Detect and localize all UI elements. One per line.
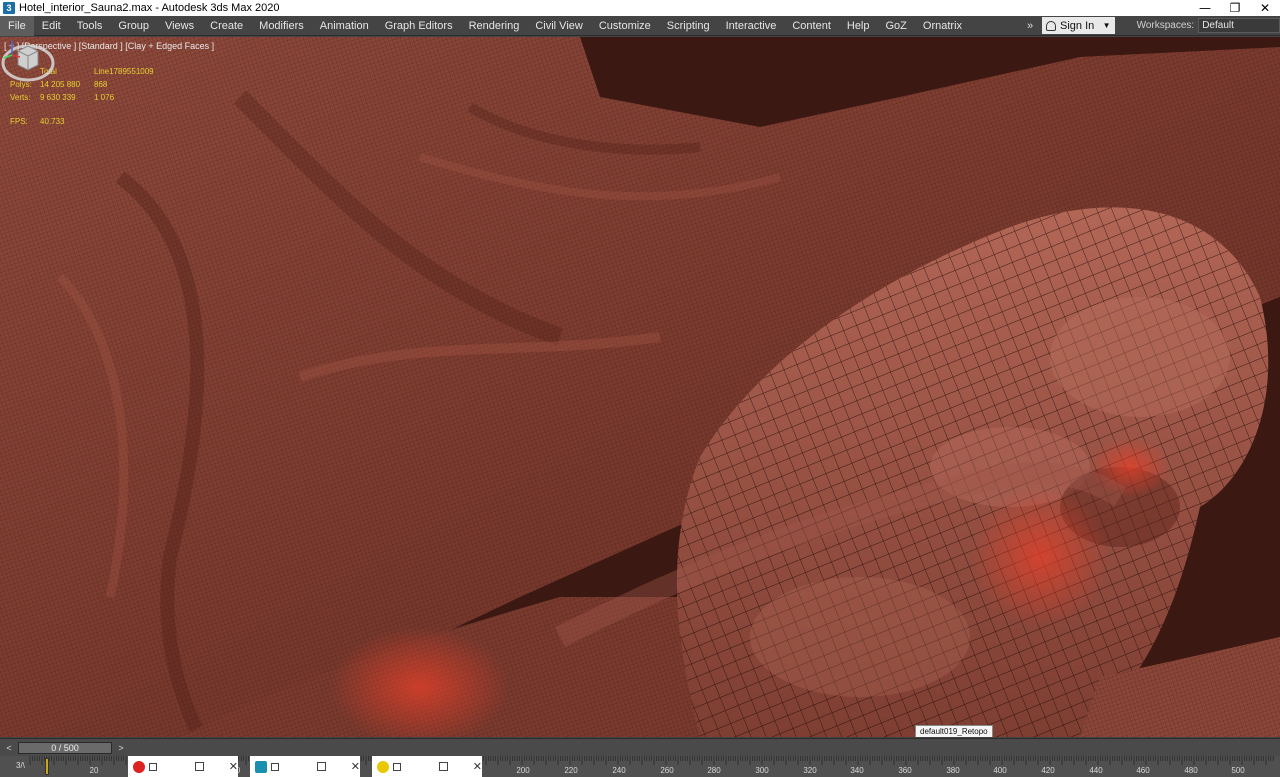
- tick-label: 240: [612, 766, 626, 775]
- restore-button[interactable]: ❐: [1220, 0, 1250, 16]
- stats-header-selection: Line1789551009: [94, 67, 154, 76]
- stats-fps-value: 40.733: [40, 117, 65, 126]
- maximize-icon[interactable]: [316, 762, 326, 771]
- time-slider-thumb[interactable]: 0 / 500: [18, 742, 112, 754]
- stats-verts-row: Verts: 9 630 339 1 076: [10, 91, 154, 104]
- cloth-mesh-render: [0, 37, 1280, 737]
- menu-goz[interactable]: GoZ: [878, 16, 915, 36]
- 3dsmax-icon: [255, 760, 267, 773]
- stats-fps-row: FPS: 40.733: [10, 115, 154, 128]
- tick-label: 320: [803, 766, 817, 775]
- stats-verts-selection: 1 076: [94, 93, 115, 102]
- workspaces-label: Workspaces:: [1136, 20, 1195, 31]
- menu-animation[interactable]: Animation: [312, 16, 377, 36]
- menu-help[interactable]: Help: [839, 16, 878, 36]
- menu-ornatrix[interactable]: Ornatrix: [915, 16, 970, 36]
- tick-label: 500: [1231, 766, 1245, 775]
- close-icon[interactable]: ✕: [473, 760, 482, 773]
- menu-content[interactable]: Content: [784, 16, 839, 36]
- tick-label: 360: [898, 766, 912, 775]
- maximize-icon[interactable]: [194, 762, 204, 771]
- taskbar-thumb-recorder[interactable]: ✕: [128, 756, 238, 777]
- close-icon[interactable]: ✕: [229, 760, 238, 773]
- menu-interactive[interactable]: Interactive: [718, 16, 785, 36]
- menu-edit[interactable]: Edit: [34, 16, 69, 36]
- world-axis-tripod-icon: [3, 41, 21, 59]
- menu-scripting[interactable]: Scripting: [659, 16, 718, 36]
- menu-group[interactable]: Group: [110, 16, 157, 36]
- stats-polys-selection: 868: [94, 80, 108, 89]
- tick-label: 460: [1136, 766, 1150, 775]
- stats-fps-label: FPS:: [10, 117, 28, 126]
- menu-bar: File Edit Tools Group Views Create Modif…: [0, 15, 1280, 36]
- tick-label: 340: [850, 766, 864, 775]
- close-button[interactable]: ✕: [1250, 0, 1280, 16]
- menu-graph-editors[interactable]: Graph Editors: [377, 16, 461, 36]
- next-frame-button[interactable]: >: [116, 742, 126, 754]
- menu-views[interactable]: Views: [157, 16, 202, 36]
- window-icon: [270, 762, 279, 771]
- tick-label: 20: [89, 766, 99, 775]
- taskbar-thumb-3dsmax[interactable]: ✕: [250, 756, 360, 777]
- menu-customize[interactable]: Customize: [591, 16, 659, 36]
- tick-label: 200: [516, 766, 530, 775]
- maximize-icon[interactable]: [438, 762, 448, 771]
- taskbar-thumb-smiley[interactable]: ✕: [372, 756, 482, 777]
- tick-label: 400: [993, 766, 1007, 775]
- tick-label: 420: [1041, 766, 1055, 775]
- user-icon: [1046, 20, 1057, 31]
- title-bar: 3 Hotel_interior_Sauna2.max - Autodesk 3…: [0, 0, 1280, 16]
- window-icon: [148, 762, 157, 771]
- tick-label: 260: [660, 766, 674, 775]
- chevron-down-icon: ▼: [1102, 21, 1111, 30]
- window-icon: [392, 762, 401, 771]
- tick-label: 280: [707, 766, 721, 775]
- time-slider[interactable]: < 0 / 500 >: [0, 738, 1280, 756]
- sign-in-label: Sign In: [1060, 19, 1095, 32]
- current-frame-indicator: 3/\: [16, 761, 25, 770]
- perspective-viewport[interactable]: [ + ] [Perspective ] [Standard ] [Clay +…: [0, 37, 1280, 737]
- 3dsmax-app-icon[interactable]: 3: [3, 2, 15, 14]
- menu-tools[interactable]: Tools: [69, 16, 111, 36]
- stats-verts-total: 9 630 339: [40, 93, 76, 102]
- tick-label: 440: [1089, 766, 1103, 775]
- tick-label: 300: [755, 766, 769, 775]
- workspace-select[interactable]: Default: [1198, 18, 1280, 33]
- menu-file[interactable]: File: [0, 15, 34, 36]
- sign-in-dropdown[interactable]: Sign In ▼: [1042, 17, 1115, 34]
- tick-label: 380: [946, 766, 960, 775]
- window-title: Hotel_interior_Sauna2.max - Autodesk 3ds…: [19, 2, 280, 14]
- stats-verts-label: Verts:: [10, 93, 31, 102]
- tick-label: 480: [1184, 766, 1198, 775]
- close-icon[interactable]: ✕: [351, 760, 360, 773]
- current-time-marker[interactable]: [45, 758, 49, 775]
- menu-create[interactable]: Create: [202, 16, 251, 36]
- menu-civil-view[interactable]: Civil View: [527, 16, 590, 36]
- minimize-button[interactable]: —: [1190, 0, 1220, 16]
- menu-rendering[interactable]: Rendering: [461, 16, 528, 36]
- menu-overflow-button[interactable]: »: [1020, 20, 1040, 32]
- tick-label: 220: [564, 766, 578, 775]
- object-name-tooltip: default019_Retopo: [915, 725, 993, 737]
- smiley-icon: [377, 760, 389, 773]
- record-icon: [133, 760, 145, 773]
- previous-frame-button[interactable]: <: [4, 742, 14, 754]
- menu-modifiers[interactable]: Modifiers: [251, 16, 312, 36]
